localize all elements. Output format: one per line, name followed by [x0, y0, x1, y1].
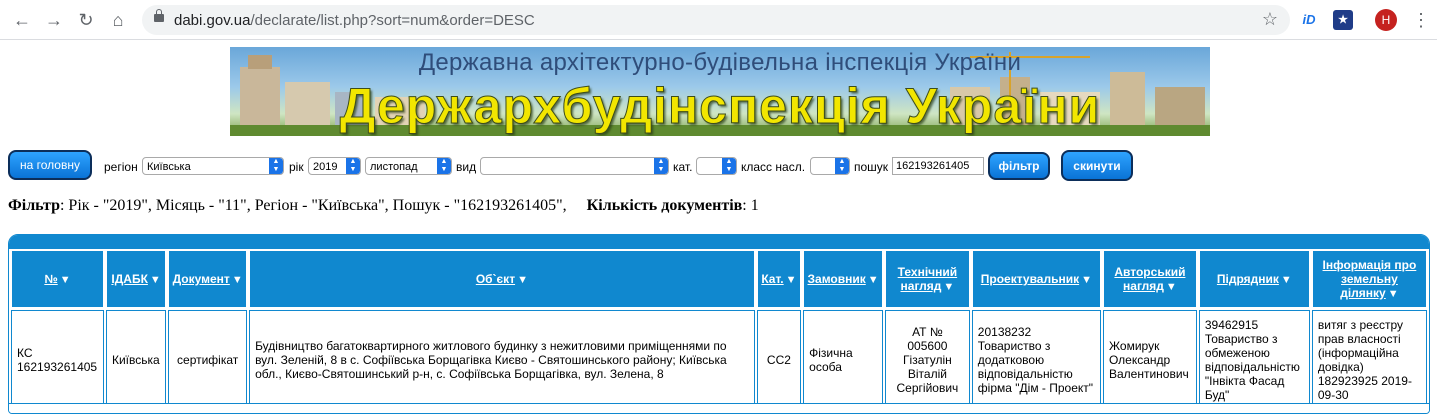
filter-button[interactable]: фільтр [988, 152, 1050, 180]
category-select[interactable]: ▲ ▼ [696, 157, 737, 175]
search-label: пошук [854, 160, 889, 174]
sort-link[interactable]: № [44, 272, 57, 286]
cell-author-supervision: Жомирук Олександр Валентинович [1102, 310, 1197, 410]
profile-avatar[interactable]: H [1375, 9, 1397, 31]
class-select[interactable]: ▲ ▼ [810, 157, 850, 175]
month-select-value: листопад [370, 161, 418, 173]
sort-link[interactable]: ІДАБК [111, 272, 148, 286]
browser-toolbar: ← → ↻ ⌂ dabi.gov.ua/declarate/list.php?s… [0, 0, 1437, 40]
filter-summary-text: : Рік - "2019", Місяць - "11", Регіон - … [59, 197, 567, 214]
sort-desc-icon[interactable]: ▼ [150, 274, 161, 286]
search-input[interactable]: 162193261405 [892, 157, 984, 175]
sort-link[interactable]: Інформація про земельну ділянку [1323, 258, 1417, 300]
site-banner: Державна архітектурно-будівельна інспекц… [230, 47, 1210, 136]
sort-desc-icon[interactable]: ▼ [1081, 274, 1092, 286]
column-header-number[interactable]: № ▼ [11, 250, 104, 308]
chevron-updown-icon: ▲ ▼ [835, 158, 849, 174]
chevron-updown-icon: ▲ ▼ [654, 158, 668, 174]
results-table: № ▼ ІДАБК ▼ Документ ▼ Об`єкт ▼ Кат. ▼ Замовн… [9, 248, 1429, 412]
results-table-container: № ▼ ІДАБК ▼ Документ ▼ Об`єкт ▼ Кат. ▼ Замовн… [8, 234, 1430, 414]
cell-designer: 20138232 Товариство з додатковою відпові… [971, 310, 1101, 410]
cell-category: СС2 [756, 310, 802, 410]
class-label: класс насл. [741, 160, 806, 174]
cell-idabk: Київська [105, 310, 167, 410]
sort-desc-icon[interactable]: ▼ [786, 274, 797, 286]
sort-link[interactable]: Кат. [761, 272, 783, 286]
browser-menu-icon[interactable]: ⋮ [1412, 9, 1430, 31]
table-header-row: № ▼ ІДАБК ▼ Документ ▼ Об`єкт ▼ Кат. ▼ Замовн… [11, 250, 1427, 308]
region-label: регіон [104, 160, 138, 174]
banner-subtitle: Державна архітектурно-будівельна інспекц… [418, 49, 1022, 76]
table-bottom-bar [9, 403, 1429, 413]
sort-link[interactable]: Документ [173, 272, 230, 286]
address-bar[interactable]: dabi.gov.ua/declarate/list.php?sort=num&… [142, 5, 1290, 35]
region-select-value: Київська [147, 161, 191, 173]
id-extension-icon[interactable]: iD [1299, 10, 1319, 30]
sort-link[interactable]: Замовник [808, 272, 866, 286]
type-label: вид [456, 160, 477, 174]
column-header-technical-supervision[interactable]: Технічний нагляд ▼ [885, 250, 970, 308]
filter-summary: Фільтр: Рік - "2019", Місяць - "11", Рег… [8, 197, 759, 215]
url-host: dabi.gov.ua [174, 12, 251, 29]
sort-link[interactable]: Проектувальник [981, 272, 1079, 286]
sort-desc-icon[interactable]: ▼ [1166, 281, 1177, 293]
year-select-value: 2019 [313, 161, 338, 173]
chevron-updown-icon: ▲ ▼ [437, 158, 451, 174]
region-select[interactable]: Київська ▲ ▼ [142, 157, 284, 175]
url-text[interactable]: dabi.gov.ua/declarate/list.php?sort=num&… [174, 12, 535, 29]
cell-document: сертифікат [168, 310, 248, 410]
year-label: рік [289, 160, 304, 174]
url-path: /declarate/list.php?sort=num&order=DESC [250, 12, 535, 29]
table-top-bar [9, 235, 1429, 249]
column-header-object[interactable]: Об`єкт ▼ [249, 250, 755, 308]
column-header-customer[interactable]: Замовник ▼ [803, 250, 884, 308]
sort-desc-icon[interactable]: ▼ [60, 274, 71, 286]
sort-desc-icon[interactable]: ▼ [1281, 274, 1292, 286]
chevron-updown-icon: ▲ ▼ [722, 158, 736, 174]
column-header-category[interactable]: Кат. ▼ [756, 250, 802, 308]
column-header-document[interactable]: Документ ▼ [168, 250, 248, 308]
home-icon[interactable]: ⌂ [106, 8, 130, 32]
cell-land-info: витяг з реєстру прав власності (інформац… [1311, 310, 1427, 410]
document-count-label: Кількість документів [586, 197, 743, 214]
banner-title: Держархбудінспекція України [339, 78, 1101, 135]
column-header-land-info[interactable]: Інформація про земельну ділянку ▼ [1311, 250, 1427, 308]
sort-link[interactable]: Підрядник [1217, 272, 1279, 286]
sort-desc-icon[interactable]: ▼ [517, 274, 528, 286]
back-arrow-icon[interactable]: ← [10, 8, 34, 32]
year-select[interactable]: 2019 ▲ ▼ [308, 157, 361, 175]
filter-summary-label: Фільтр [8, 197, 60, 214]
reset-button[interactable]: скинути [1061, 150, 1133, 181]
sort-desc-icon[interactable]: ▼ [943, 281, 954, 293]
cell-technical-supervision: АТ № 005600 Гізатулін Віталій Сергійович [885, 310, 970, 410]
cell-number: КС 162193261405 [11, 310, 104, 410]
forward-arrow-icon[interactable]: → [42, 8, 66, 32]
column-header-designer[interactable]: Проектувальник ▼ [971, 250, 1101, 308]
document-count-value: : 1 [742, 197, 759, 214]
table-row: КС 162193261405 Київська сертифікат Буді… [11, 310, 1427, 410]
cell-object: Будівництво багатоквартирного житлового … [249, 310, 755, 410]
category-label: кат. [673, 160, 693, 174]
month-select[interactable]: листопад ▲ ▼ [365, 157, 452, 175]
sort-link[interactable]: Об`єкт [476, 272, 515, 286]
cell-contractor: 39462915 Товариство з обмеженою відповід… [1198, 310, 1310, 410]
column-header-idabk[interactable]: ІДАБК ▼ [105, 250, 167, 308]
lock-icon [154, 9, 164, 22]
chevron-updown-icon: ▲ ▼ [269, 158, 283, 174]
sort-desc-icon[interactable]: ▼ [232, 274, 243, 286]
sort-desc-icon[interactable]: ▼ [868, 274, 879, 286]
chevron-updown-icon: ▲ ▼ [346, 158, 360, 174]
column-header-author-supervision[interactable]: Авторський нагляд ▼ [1102, 250, 1197, 308]
home-button[interactable]: на головну [8, 150, 92, 180]
cell-customer: Фізична особа [803, 310, 884, 410]
type-select[interactable]: ▲ ▼ [480, 157, 669, 175]
column-header-contractor[interactable]: Підрядник ▼ [1198, 250, 1310, 308]
reload-icon[interactable]: ↻ [74, 8, 98, 32]
bookmark-star-icon[interactable]: ☆ [1262, 9, 1278, 30]
extension-icon[interactable]: ★ [1333, 10, 1353, 30]
sort-desc-icon[interactable]: ▼ [1388, 288, 1399, 300]
